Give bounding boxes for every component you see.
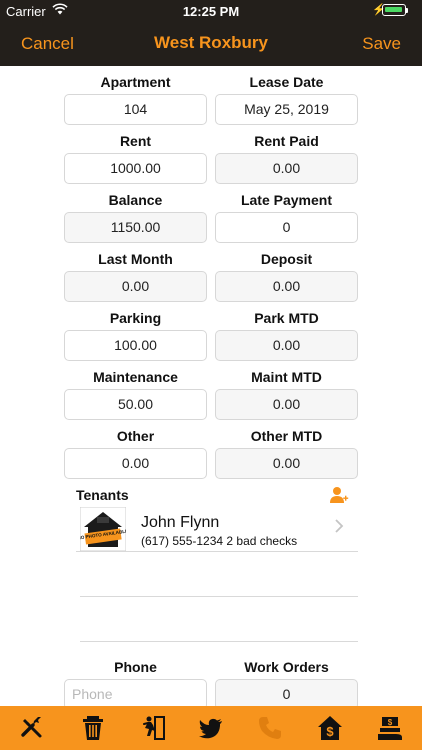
last-month-field: 0.00 xyxy=(64,271,207,302)
hand-money-icon[interactable]: $ xyxy=(376,714,404,742)
rent-field[interactable]: 1000.00 xyxy=(64,153,207,184)
maintenance-field[interactable]: 50.00 xyxy=(64,389,207,420)
exit-icon[interactable] xyxy=(139,714,167,742)
parking-label: Parking xyxy=(109,310,162,326)
bottom-tab-bar: $ $ xyxy=(0,706,422,750)
maint-mtd-label: Maint MTD xyxy=(251,369,322,385)
maintenance-label: Maintenance xyxy=(93,369,178,385)
balance-field: 1150.00 xyxy=(64,212,207,243)
tenant-name: John Flynn xyxy=(141,514,220,531)
tenant-row[interactable]: NO PHOTO AVAILABLE John Flynn (617) 555-… xyxy=(76,505,358,552)
money-house-icon[interactable]: $ xyxy=(316,714,344,742)
last-month-label: Last Month xyxy=(98,251,173,267)
maint-mtd-field: 0.00 xyxy=(215,389,358,420)
twitter-icon[interactable] xyxy=(197,714,225,742)
page-title: West Roxbury xyxy=(154,33,268,52)
navigation-bar: Cancel West Roxbury Save xyxy=(0,22,422,66)
svg-text:$: $ xyxy=(388,718,393,727)
trash-icon[interactable] xyxy=(79,714,107,742)
late-payment-label: Late Payment xyxy=(240,192,333,208)
divider xyxy=(80,641,358,642)
other-field[interactable]: 0.00 xyxy=(64,448,207,479)
apartment-label: Apartment xyxy=(100,74,171,90)
phone-icon[interactable] xyxy=(256,714,284,742)
chevron-right-icon xyxy=(335,519,344,533)
tools-icon[interactable] xyxy=(18,714,46,742)
deposit-field: 0.00 xyxy=(215,271,358,302)
work-orders-label: Work Orders xyxy=(244,659,329,675)
other-mtd-field: 0.00 xyxy=(215,448,358,479)
top-bar: Carrier 12:25 PM ⚡ Cancel West Roxbury S… xyxy=(0,0,422,66)
rent-paid-label: Rent Paid xyxy=(254,133,319,149)
lease-date-field[interactable]: May 25, 2019 xyxy=(215,94,358,125)
divider xyxy=(80,596,358,597)
rent-paid-field: 0.00 xyxy=(215,153,358,184)
tenant-detail: (617) 555-1234 2 bad checks xyxy=(141,534,298,548)
park-mtd-field: 0.00 xyxy=(215,330,358,361)
apartment-field[interactable]: 104 xyxy=(64,94,207,125)
late-payment-field[interactable]: 0 xyxy=(215,212,358,243)
park-mtd-label: Park MTD xyxy=(254,310,319,326)
other-label: Other xyxy=(116,428,155,444)
no-photo-avatar: NO PHOTO AVAILABLE xyxy=(80,507,126,551)
parking-field[interactable]: 100.00 xyxy=(64,330,207,361)
rent-label: Rent xyxy=(119,133,152,149)
status-bar: Carrier 12:25 PM ⚡ xyxy=(0,0,422,22)
battery-icon: ⚡ xyxy=(372,4,408,16)
add-tenant-icon[interactable] xyxy=(329,485,349,505)
phone-label: Phone xyxy=(114,659,157,675)
lease-date-label: Lease Date xyxy=(249,74,324,90)
other-mtd-label: Other MTD xyxy=(250,428,323,444)
svg-text:$: $ xyxy=(326,724,334,739)
save-button[interactable]: Save xyxy=(362,34,401,54)
tenants-label: Tenants xyxy=(76,487,129,503)
status-time: 12:25 PM xyxy=(182,4,240,19)
deposit-label: Deposit xyxy=(260,251,313,267)
balance-label: Balance xyxy=(108,192,163,208)
